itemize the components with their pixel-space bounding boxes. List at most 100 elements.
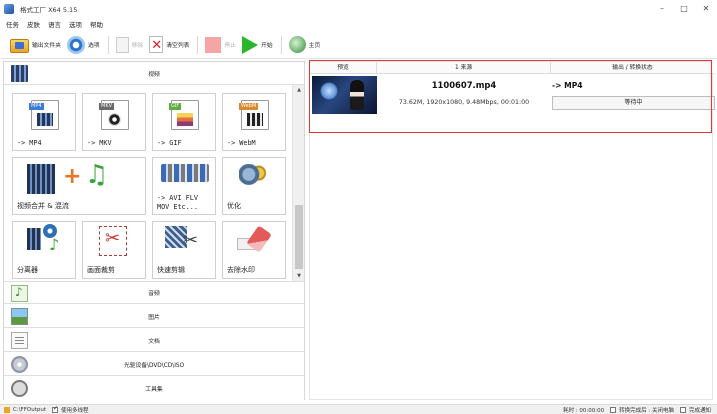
tile-label: -> GIF (157, 139, 182, 147)
music-note-icon: ♪ (49, 235, 60, 254)
clear-list-button[interactable]: 清空列表 (149, 34, 189, 56)
app-icon (4, 3, 14, 14)
toolbar-divider (280, 35, 282, 54)
maximize-button[interactable]: □ (673, 0, 695, 17)
video-thumbnail (312, 76, 377, 114)
scissors-icon: ✂ (183, 230, 199, 251)
category-panel: 视频 MP4 -> MP4 MKV -> MKV GIF -> GIF WebM… (3, 61, 305, 400)
tile-splitter[interactable]: ♪ 分离器 (12, 221, 76, 279)
tile-to-avi-flv-mov[interactable]: -> AVI FLV MOV Etc... (152, 157, 216, 215)
tile-to-webm[interactable]: WebM -> WebM (222, 93, 286, 151)
notify-checkbox[interactable] (679, 406, 686, 413)
remove-icon (115, 36, 129, 53)
music-note-icon: ♫ (85, 160, 109, 190)
notify-toggle[interactable]: 完成通知 (679, 406, 711, 414)
folder-icon (10, 38, 29, 53)
tile-optimize[interactable]: 优化 (222, 157, 286, 215)
title-bar: 格式工厂 X64 5.15 – □ ✕ (0, 0, 717, 17)
category-disc-label: 光驱设备\DVD\CD\ISO (123, 362, 185, 369)
play-icon (242, 35, 259, 54)
minimize-button[interactable]: – (651, 0, 673, 17)
toolbar-divider (107, 35, 109, 54)
category-video-label: 视频 (148, 71, 160, 78)
format-icons (161, 164, 209, 182)
category-document[interactable]: 文档 (4, 329, 304, 352)
category-tools[interactable]: 工具集 (4, 377, 304, 400)
output-format[interactable]: -> MP4 (552, 81, 583, 90)
category-audio[interactable]: 音频 (4, 281, 304, 304)
toolbar: 输出文件夹 选项 移除 清空列表 停止 开始 主页 (0, 31, 717, 59)
scroll-up-arrow-icon[interactable]: ▲ (293, 85, 305, 95)
menu-skin[interactable]: 皮肤 (27, 19, 40, 29)
category-scrollbar[interactable]: ▲ ▼ (292, 85, 304, 281)
category-document-label: 文档 (148, 338, 160, 345)
tile-label: 画面裁剪 (87, 266, 115, 274)
tile-label: -> AVI FLV (157, 194, 198, 202)
start-label: 开始 (261, 43, 273, 49)
tile-remove-watermark[interactable]: 去除水印 (222, 221, 286, 279)
remove-button[interactable]: 移除 (115, 34, 143, 56)
table-row[interactable]: 1100607.mp4 73.62M, 1920x1080, 9.48Mbps,… (310, 74, 715, 117)
multithread-toggle[interactable]: 使用多线程 (51, 405, 89, 414)
tile-video-merge[interactable]: + ♫ 视频合并 & 混流 (12, 157, 146, 215)
multithread-checkbox[interactable] (51, 405, 58, 413)
landscape-graphic (177, 113, 193, 126)
tile-label: -> WebM (227, 139, 256, 147)
stop-icon (205, 36, 222, 53)
scissors-icon: ✂ (105, 228, 121, 249)
file-metadata: 73.62M, 1920x1080, 9.48Mbps, 00:01:00 (398, 99, 530, 106)
status-bar-right: 耗时 : 00:00:00 转换完成后 : 关闭电脑 完成通知 (563, 406, 717, 414)
tile-crop[interactable]: ✂ 画面裁剪 (82, 221, 146, 279)
toolbar-divider (197, 35, 199, 54)
tile-label: -> MP4 (17, 139, 42, 147)
options-icon (67, 35, 85, 54)
video-tools-grid: MP4 -> MP4 MKV -> MKV GIF -> GIF WebM ->… (4, 85, 304, 281)
stop-button[interactable]: 停止 (205, 34, 236, 56)
tile-label: -> MKV (87, 139, 112, 147)
multithread-label: 使用多线程 (60, 407, 89, 414)
output-path[interactable]: C:\FFOutput (4, 406, 46, 413)
after-convert-checkbox[interactable] (610, 406, 617, 413)
status-badge: 等待中 (552, 96, 715, 110)
tile-quick-cut[interactable]: ✂ 快速剪辑 (152, 221, 216, 279)
output-path-text: C:\FFOutput (13, 406, 46, 413)
tile-label-line2: MOV Etc... (157, 203, 198, 211)
scroll-thumb[interactable] (295, 205, 303, 269)
start-button[interactable]: 开始 (242, 34, 273, 56)
column-preview[interactable]: 预览 (310, 62, 377, 74)
menu-task[interactable]: 任务 (6, 19, 19, 29)
output-folder-label: 输出文件夹 (32, 43, 61, 49)
mkv-file-icon: MKV (99, 100, 129, 130)
tile-label: 快速剪辑 (157, 266, 185, 274)
film-strip (247, 113, 263, 126)
column-source[interactable]: 1 来源 (377, 62, 551, 74)
tile-label: 优化 (227, 202, 241, 210)
tile-to-mkv[interactable]: MKV -> MKV (82, 93, 146, 151)
task-list: 预览 1 来源 输出 / 转换状态 1100607.mp4 73.62M, 19… (309, 61, 715, 400)
tile-to-gif[interactable]: GIF -> GIF (152, 93, 216, 151)
category-disc[interactable]: 光驱设备\DVD\CD\ISO (4, 353, 304, 376)
status-bar: C:\FFOutput 使用多线程 耗时 : 00:00:00 转换完成后 : … (0, 404, 717, 414)
options-label: 选项 (88, 43, 100, 49)
format-tag: MKV (99, 103, 115, 110)
window-title: 格式工厂 X64 5.15 (20, 5, 78, 14)
menu-options[interactable]: 选项 (69, 19, 82, 29)
column-output-status[interactable]: 输出 / 转换状态 (551, 62, 714, 74)
home-button[interactable]: 主页 (288, 34, 320, 56)
task-list-header: 预览 1 来源 输出 / 转换状态 (310, 62, 714, 74)
category-image[interactable]: 图片 (4, 305, 304, 328)
close-button[interactable]: ✕ (695, 0, 717, 17)
options-button[interactable]: 选项 (67, 34, 100, 56)
mp4-file-icon: MP4 (29, 100, 59, 130)
clear-list-label: 清空列表 (166, 43, 190, 49)
after-convert-toggle[interactable]: 转换完成后 : 关闭电脑 (610, 406, 674, 414)
output-folder-button[interactable]: 输出文件夹 (10, 34, 61, 56)
category-tools-label: 工具集 (145, 387, 163, 393)
tile-to-mp4[interactable]: MP4 -> MP4 (12, 93, 76, 151)
scroll-down-arrow-icon[interactable]: ▼ (293, 271, 305, 281)
category-video[interactable]: 视频 (4, 62, 304, 85)
film-strip (37, 113, 53, 126)
menu-help[interactable]: 帮助 (90, 19, 103, 29)
film-icon (27, 228, 41, 250)
menu-language[interactable]: 语言 (48, 19, 61, 29)
